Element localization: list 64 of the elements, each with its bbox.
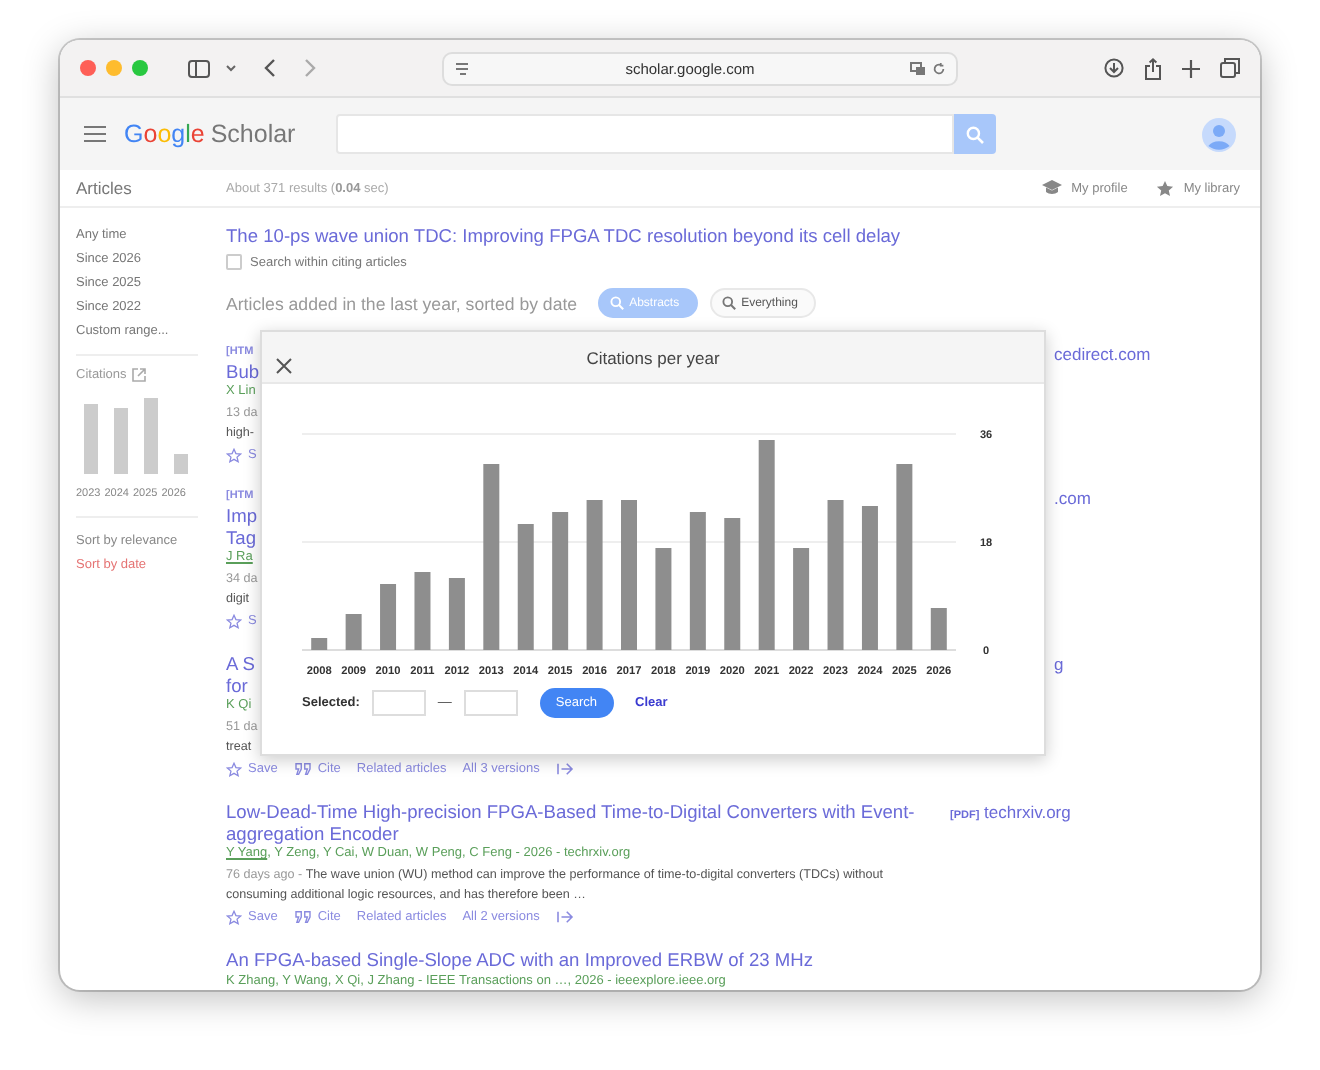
result-title[interactable]: for [226, 675, 248, 696]
new-tab-icon[interactable] [1182, 59, 1200, 77]
star-icon[interactable] [1155, 179, 1174, 197]
minimize-button[interactable] [106, 60, 122, 76]
result-title[interactable]: A S [226, 654, 255, 675]
reload-icon[interactable] [932, 61, 946, 75]
menu-icon[interactable] [84, 126, 106, 142]
logo-subtitle[interactable]: Scholar [210, 120, 296, 148]
bar[interactable] [380, 584, 397, 650]
bar[interactable] [552, 512, 569, 650]
star-icon[interactable] [226, 761, 242, 777]
bar[interactable] [517, 524, 534, 650]
article-title[interactable]: The 10-ps wave union TDC: Improving FPGA TDC resolution beyond its cell delay [226, 226, 1260, 246]
bar[interactable] [861, 506, 878, 650]
result-title[interactable]: Low-Dead-Time High-precision FPGA-Based Time-to-Digital Converters with Event-aggregation Encoder [226, 802, 930, 844]
forward-icon[interactable] [304, 58, 316, 78]
bar[interactable] [483, 464, 500, 650]
page-menu-icon[interactable] [454, 61, 470, 75]
search-icon[interactable] [721, 296, 736, 310]
bar[interactable] [345, 614, 362, 650]
quote-icon[interactable] [293, 762, 312, 776]
section-title: Articles [76, 178, 134, 198]
start-year-field[interactable] [371, 690, 426, 716]
double-arrow-icon[interactable] [555, 910, 574, 924]
download-icon[interactable] [1104, 58, 1124, 78]
end-year-field[interactable] [463, 690, 518, 716]
close-window-button[interactable] [80, 60, 96, 76]
result-title[interactable]: Imp [226, 506, 257, 527]
checkbox[interactable] [226, 254, 242, 270]
bar[interactable] [896, 464, 913, 650]
translate-icon[interactable] [910, 61, 926, 75]
bar[interactable] [689, 512, 706, 650]
alert-heading: Articles added in the last year, sorted by date [226, 293, 578, 313]
star-icon[interactable] [226, 613, 242, 629]
search-button[interactable] [953, 114, 996, 154]
result-title[interactable]: An FPGA-based Single-Slope ADC with an Improved ERBW of 23 MHz [226, 950, 813, 971]
result-title[interactable]: Tag [226, 527, 256, 548]
dialog-title: Citations per year [584, 347, 722, 367]
graduation-cap-icon[interactable] [1041, 180, 1062, 196]
bar[interactable] [827, 500, 844, 650]
sidebar-icon[interactable] [188, 59, 210, 77]
search-field[interactable] [335, 114, 954, 154]
star-icon[interactable] [226, 909, 242, 925]
avatar-icon[interactable] [1202, 117, 1236, 151]
result-title[interactable]: Bub [226, 361, 260, 382]
external-link-icon[interactable] [132, 368, 147, 382]
back-icon[interactable] [264, 58, 276, 78]
chevron-down-icon[interactable] [226, 64, 236, 72]
tabs-icon[interactable] [1220, 58, 1240, 78]
star-icon[interactable] [226, 447, 242, 463]
logo-text[interactable]: Google [124, 120, 205, 148]
zoom-button[interactable] [132, 60, 148, 76]
bar[interactable] [758, 440, 775, 650]
bar[interactable] [311, 638, 328, 650]
bar[interactable] [414, 572, 431, 650]
double-arrow-icon[interactable] [555, 762, 574, 776]
bar[interactable] [724, 518, 741, 650]
share-icon[interactable] [1144, 57, 1162, 79]
bar[interactable] [930, 608, 947, 650]
bar[interactable] [448, 578, 465, 650]
bar[interactable] [655, 548, 672, 650]
quote-icon[interactable] [293, 910, 312, 924]
bar[interactable] [586, 500, 603, 650]
bar[interactable] [793, 548, 810, 650]
